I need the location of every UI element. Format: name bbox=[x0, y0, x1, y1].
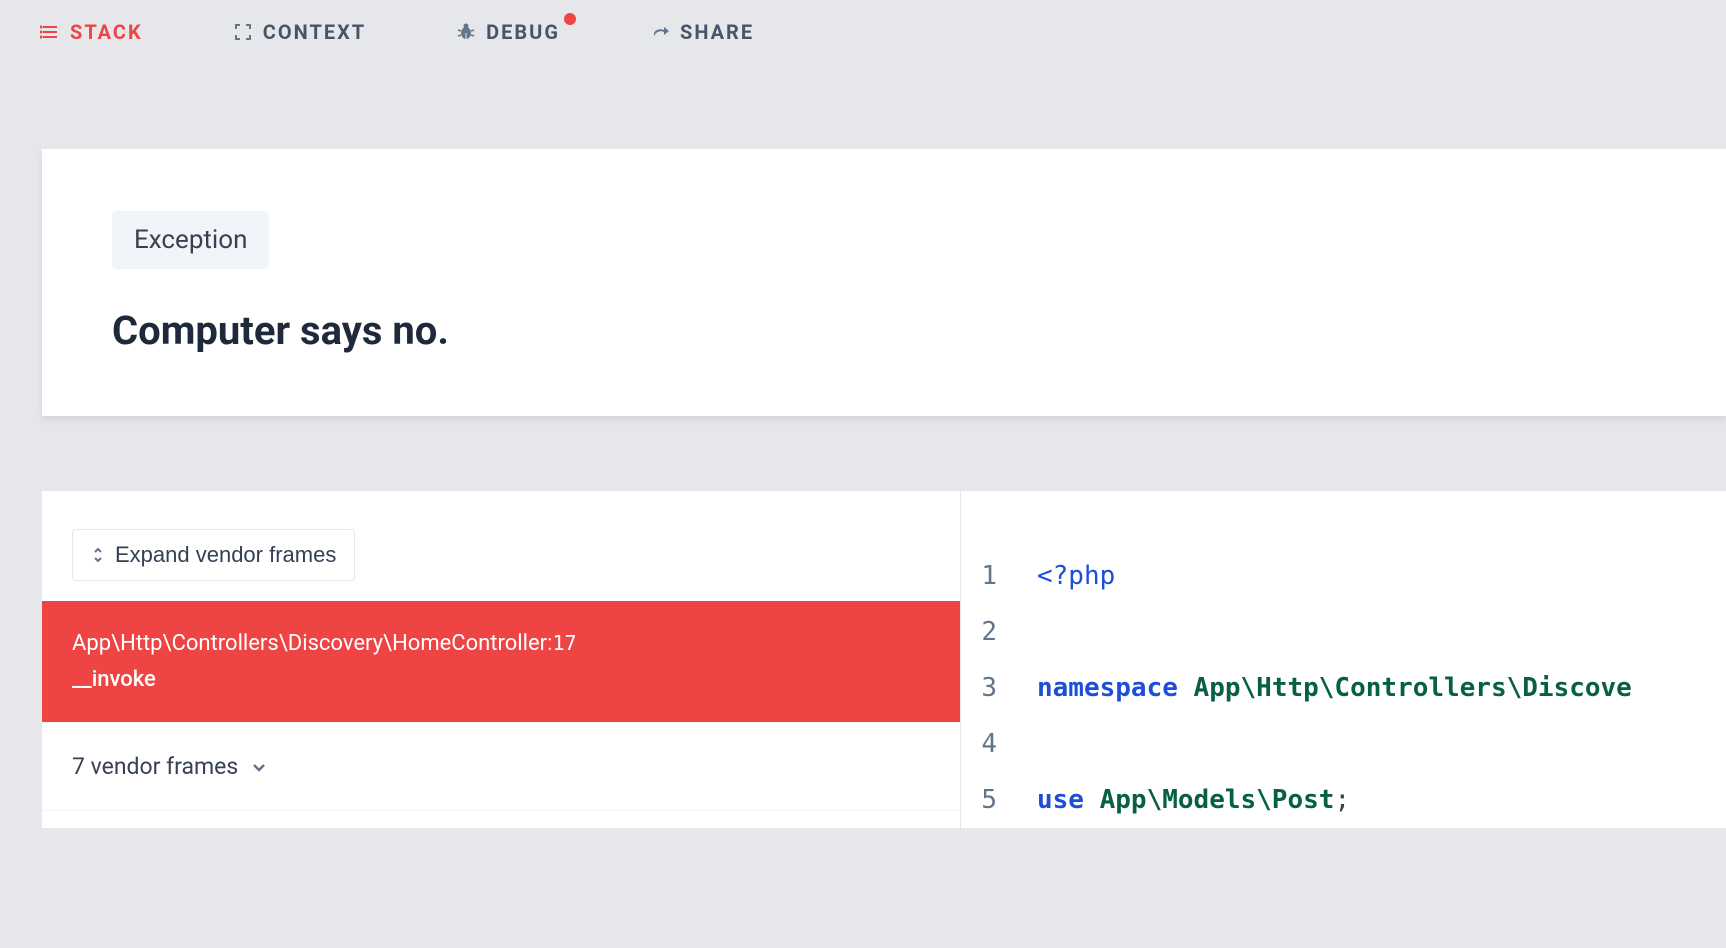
error-card: Exception Computer says no. bbox=[42, 149, 1726, 416]
code-line-number: 3 bbox=[961, 661, 1037, 717]
expand-icon bbox=[91, 546, 105, 564]
tab-debug[interactable]: DEBUG bbox=[456, 20, 560, 44]
stack-container: Expand vendor frames App\Http\Controller… bbox=[42, 491, 1726, 828]
frame-line-number: 17 bbox=[552, 631, 576, 655]
tab-stack-label: STACK bbox=[70, 20, 143, 44]
error-message: Computer says no. bbox=[112, 307, 1656, 354]
code-line: 1<?php bbox=[961, 549, 1726, 605]
debug-indicator-dot bbox=[564, 13, 576, 25]
code-line-content bbox=[1037, 605, 1726, 661]
bug-icon bbox=[456, 22, 476, 42]
tab-debug-label: DEBUG bbox=[486, 20, 560, 44]
chevron-down-icon bbox=[250, 758, 268, 776]
focus-icon bbox=[233, 22, 253, 42]
code-line: 3namespace App\Http\Controllers\Discove bbox=[961, 661, 1726, 717]
tab-stack[interactable]: STACK bbox=[40, 20, 143, 44]
code-line-number: 2 bbox=[961, 605, 1037, 661]
vendor-frames-label: 7 vendor frames bbox=[72, 753, 238, 780]
frame-separator: : bbox=[547, 631, 552, 656]
code-line-content bbox=[1037, 717, 1726, 773]
stack-sidebar: Expand vendor frames App\Http\Controller… bbox=[42, 491, 961, 828]
share-icon bbox=[650, 22, 670, 42]
frame-method: __invoke bbox=[72, 663, 930, 696]
expand-vendor-frames-button[interactable]: Expand vendor frames bbox=[72, 529, 355, 581]
code-line: 4 bbox=[961, 717, 1726, 773]
exception-badge: Exception bbox=[112, 211, 269, 269]
tab-context-label: CONTEXT bbox=[263, 20, 366, 44]
tab-share[interactable]: SHARE bbox=[650, 20, 754, 44]
stack-frame-active[interactable]: App\Http\Controllers\Discovery\HomeContr… bbox=[42, 601, 960, 722]
nav-tabs: STACK CONTEXT DEBUG bbox=[0, 0, 1726, 64]
expand-button-label: Expand vendor frames bbox=[115, 542, 336, 568]
code-line-number: 5 bbox=[961, 773, 1037, 829]
vendor-frames-toggle[interactable]: 7 vendor frames bbox=[42, 722, 960, 811]
code-line: 5use App\Models\Post; bbox=[961, 773, 1726, 829]
code-line-number: 4 bbox=[961, 717, 1037, 773]
code-line-content: use App\Models\Post; bbox=[1037, 773, 1726, 829]
code-line-number: 1 bbox=[961, 549, 1037, 605]
code-line-content: <?php bbox=[1037, 549, 1726, 605]
list-icon bbox=[40, 22, 60, 42]
tab-context[interactable]: CONTEXT bbox=[233, 20, 366, 44]
code-view: 1<?php2 3namespace App\Http\Controllers\… bbox=[961, 491, 1726, 828]
code-line-content: namespace App\Http\Controllers\Discove bbox=[1037, 661, 1726, 717]
tab-share-label: SHARE bbox=[680, 20, 754, 44]
code-line: 2 bbox=[961, 605, 1726, 661]
frame-path: App\Http\Controllers\Discovery\HomeContr… bbox=[72, 631, 547, 656]
